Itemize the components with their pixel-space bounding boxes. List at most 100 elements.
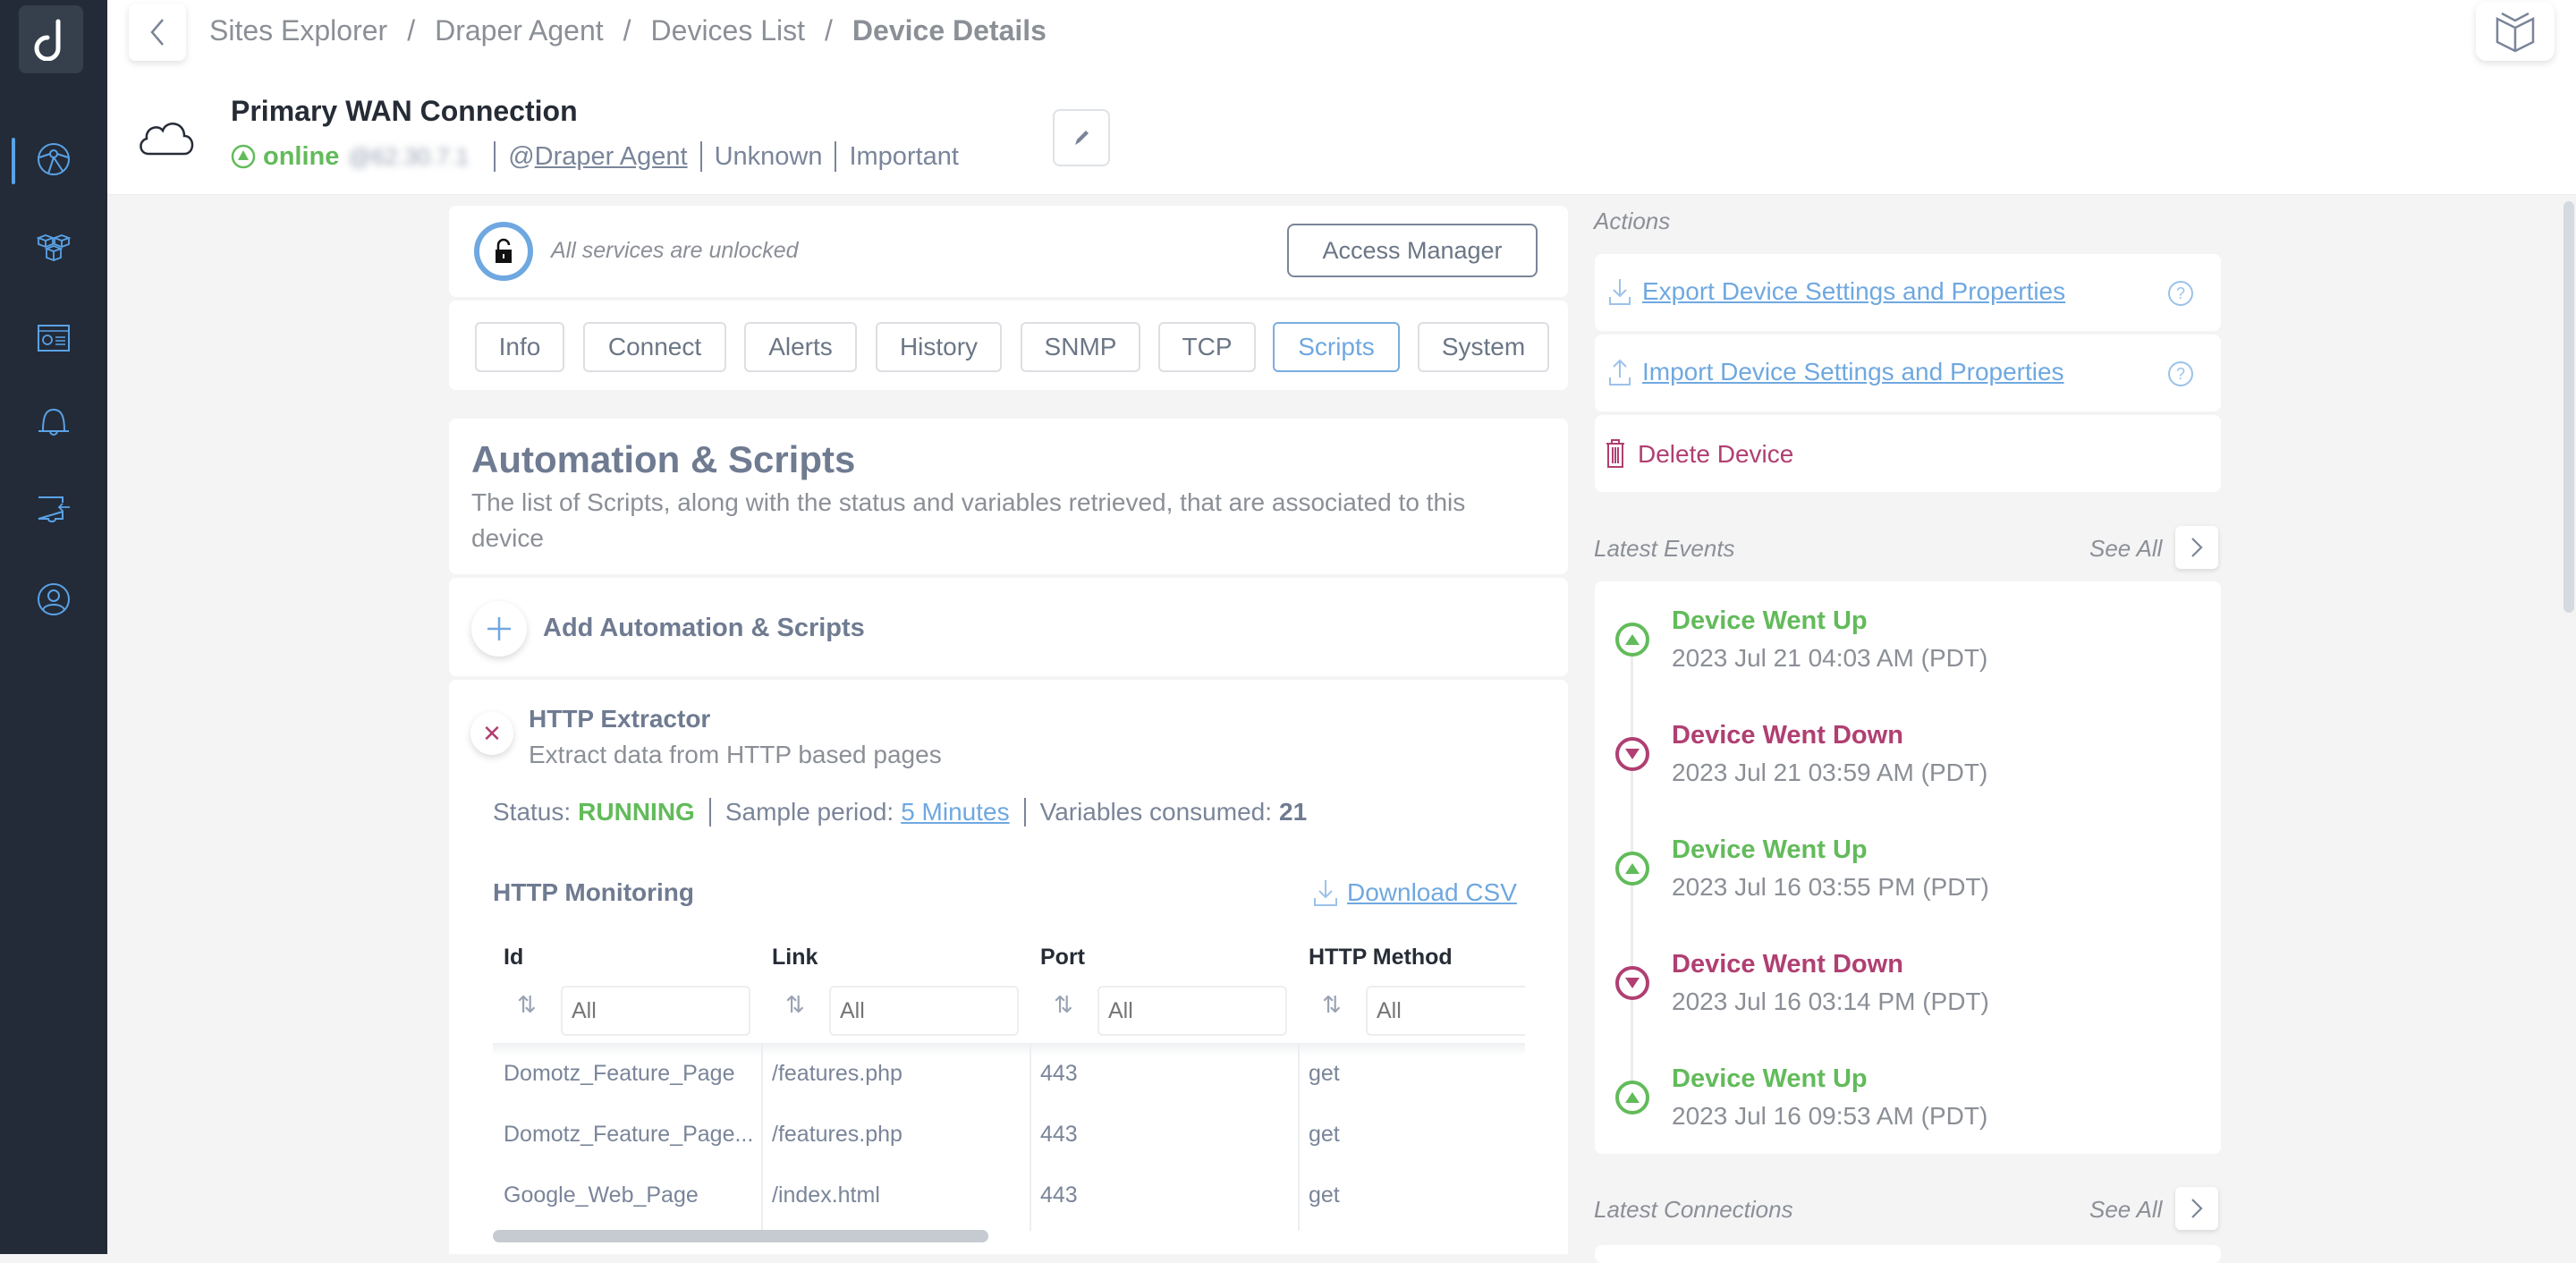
- breadcrumb-devices-list[interactable]: Devices List: [651, 14, 806, 47]
- divider: [494, 141, 496, 172]
- event-title: Device Went Up: [1672, 606, 1868, 635]
- filter-http-method-input[interactable]: [1366, 986, 1525, 1036]
- table-row[interactable]: Google_Web_Page /index.html 443 get: [493, 1165, 1525, 1225]
- help-icon[interactable]: ?: [2168, 281, 2193, 306]
- filter-link-input[interactable]: [829, 986, 1019, 1036]
- horizontal-scrollbar[interactable]: [493, 1230, 988, 1242]
- divider: [699, 141, 702, 172]
- domotz-logo-icon[interactable]: [19, 5, 83, 73]
- download-csv-button[interactable]: Download CSV: [1313, 878, 1517, 907]
- tab-history[interactable]: History: [876, 322, 1002, 372]
- table-body: Domotz_Feature_Page /features.php 443 ge…: [493, 1043, 1525, 1231]
- table-row[interactable]: Domotz_Feature_Page /features.php 443 ge…: [493, 1043, 1525, 1104]
- divider: [835, 141, 837, 172]
- tab-snmp[interactable]: SNMP: [1021, 322, 1140, 372]
- column-header-port[interactable]: Port: [1040, 945, 1085, 971]
- divider: [708, 798, 711, 826]
- cell-http-method: get: [1309, 1182, 1340, 1208]
- add-script-button[interactable]: [471, 601, 527, 657]
- cell-port: 443: [1040, 1061, 1078, 1086]
- lock-status-button[interactable]: [474, 222, 533, 281]
- sort-icon[interactable]: ⇅: [1322, 991, 1342, 1019]
- pencil-icon: [1075, 131, 1089, 145]
- edit-device-button[interactable]: [1053, 109, 1110, 166]
- lock-status-text: All services are unlocked: [551, 238, 799, 263]
- sidebar-item-sites-explorer[interactable]: [0, 132, 107, 186]
- plus-icon: [487, 617, 511, 640]
- section-title: Automation & Scripts: [471, 438, 856, 480]
- delete-device-button[interactable]: Delete Device: [1638, 440, 1793, 469]
- sort-icon[interactable]: ⇅: [785, 991, 805, 1019]
- user-circle-icon: [38, 583, 70, 615]
- device-type: Unknown: [714, 141, 823, 171]
- events-see-all-button[interactable]: [2175, 526, 2218, 569]
- event-down-icon: [1615, 737, 1649, 771]
- cell-link: /features.php: [772, 1061, 902, 1086]
- cell-link: /features.php: [772, 1122, 902, 1147]
- agent-prefix: @: [508, 141, 535, 171]
- sort-icon[interactable]: ⇅: [517, 991, 537, 1019]
- tab-scripts[interactable]: Scripts: [1273, 322, 1400, 372]
- connections-see-all[interactable]: See All: [2089, 1196, 2162, 1224]
- device-name: Primary WAN Connection: [231, 95, 578, 127]
- add-script-label[interactable]: Add Automation & Scripts: [543, 614, 865, 643]
- column-header-link[interactable]: Link: [772, 945, 818, 971]
- breadcrumb-draper-agent[interactable]: Draper Agent: [435, 14, 604, 47]
- agent-link[interactable]: Draper Agent: [535, 142, 688, 172]
- sidebar-item-account[interactable]: [0, 572, 107, 626]
- export-settings-link[interactable]: Export Device Settings and Properties: [1642, 277, 2065, 306]
- breadcrumb-sites-explorer[interactable]: Sites Explorer: [209, 14, 387, 47]
- event-title: Device Went Up: [1672, 835, 1868, 864]
- documentation-button[interactable]: [2476, 2, 2555, 61]
- remove-script-button[interactable]: ✕: [470, 712, 513, 755]
- connections-see-all-button[interactable]: [2175, 1187, 2218, 1230]
- sort-icon[interactable]: ⇅: [1054, 991, 1073, 1019]
- filter-id-input[interactable]: [561, 986, 750, 1036]
- filter-port-input[interactable]: [1097, 986, 1287, 1036]
- monitoring-title: HTTP Monitoring: [493, 878, 694, 906]
- device-ip-redacted: @62.30.7.1: [348, 142, 470, 170]
- sample-period-link[interactable]: 5 Minutes: [901, 798, 1009, 826]
- cell-http-method: get: [1309, 1122, 1340, 1147]
- cell-id: Domotz_Feature_Page...: [504, 1122, 754, 1147]
- sidebar-item-alerts[interactable]: [0, 394, 107, 447]
- sidebar-item-dashboard[interactable]: [0, 311, 107, 365]
- event-up-icon: [1615, 623, 1649, 657]
- sidebar-item-integrations[interactable]: [0, 483, 107, 537]
- vertical-scrollbar[interactable]: [2563, 201, 2574, 613]
- tab-alerts[interactable]: Alerts: [744, 322, 857, 372]
- section-description: The list of Scripts, along with the stat…: [471, 488, 1466, 552]
- chevron-right-icon: [2191, 1199, 2203, 1218]
- events-see-all[interactable]: See All: [2089, 535, 2162, 563]
- access-manager-button[interactable]: Access Manager: [1287, 224, 1538, 277]
- dashboard-card-icon: [38, 325, 70, 352]
- globe-network-icon: [38, 143, 70, 175]
- cell-link: /index.html: [772, 1182, 880, 1208]
- sidebar-item-inventory[interactable]: [0, 222, 107, 275]
- breadcrumb-separator: /: [623, 14, 631, 47]
- column-header-http-method[interactable]: HTTP Method: [1309, 945, 1453, 971]
- actions-title: Actions: [1594, 208, 1671, 234]
- close-icon: ✕: [482, 719, 502, 747]
- script-status: RUNNING: [578, 798, 695, 826]
- import-settings-link[interactable]: Import Device Settings and Properties: [1642, 358, 2064, 386]
- back-button[interactable]: [129, 4, 186, 61]
- tab-system[interactable]: System: [1418, 322, 1549, 372]
- help-icon[interactable]: ?: [2168, 361, 2193, 386]
- event-time: 2023 Jul 16 03:14 PM (PDT): [1672, 988, 1989, 1015]
- breadcrumb-current: Device Details: [852, 14, 1046, 47]
- event-up-icon: [1615, 852, 1649, 886]
- puzzle-arrow-icon: [38, 496, 70, 522]
- cell-http-method: get: [1309, 1061, 1340, 1086]
- cell-port: 443: [1040, 1182, 1078, 1208]
- cell-id: Google_Web_Page: [504, 1182, 699, 1208]
- column-header-id[interactable]: Id: [504, 945, 523, 971]
- tab-info[interactable]: Info: [475, 322, 564, 372]
- event-time: 2023 Jul 16 09:53 AM (PDT): [1672, 1102, 1988, 1130]
- table-row[interactable]: Domotz_Feature_Page... /features.php 443…: [493, 1104, 1525, 1165]
- tab-tcp[interactable]: TCP: [1158, 322, 1256, 372]
- tab-connect[interactable]: Connect: [583, 322, 726, 372]
- event-time: 2023 Jul 21 03:59 AM (PDT): [1672, 759, 1988, 786]
- sample-period-label: Sample period:: [724, 798, 894, 826]
- trash-icon: [1606, 439, 1624, 468]
